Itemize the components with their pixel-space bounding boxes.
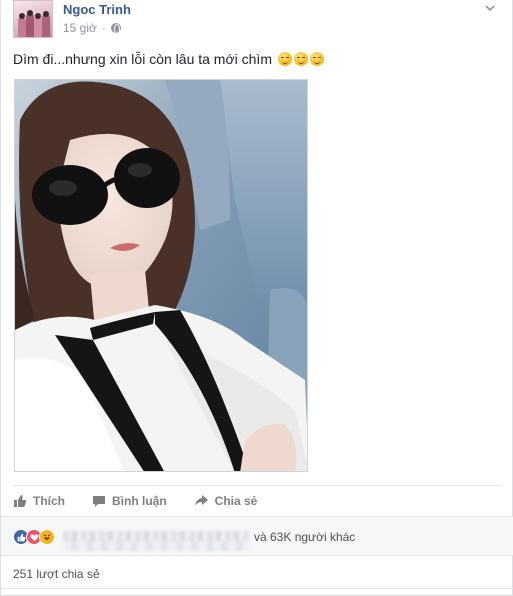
comment-icon [93, 495, 105, 507]
divider [1, 588, 513, 589]
share-count[interactable]: 251 lượt chia sẻ [13, 567, 100, 581]
avatar-figure-head [35, 13, 41, 19]
post-message: Dìm đi...nhưng xin lỗi còn lâu ta mới ch… [13, 51, 272, 67]
globe-icon[interactable] [110, 23, 121, 34]
blurred-names [63, 531, 249, 551]
meta-separator: · [101, 21, 106, 35]
post-header: Ngoc Trinh 15 giờ · [13, 0, 502, 40]
relieved-face-emoji [294, 52, 308, 66]
relieved-face-emoji [278, 52, 292, 66]
reaction-others-count[interactable]: và 63K người khác [254, 530, 355, 544]
post-actions: Thích Bình luận Chia sẻ [13, 485, 501, 515]
reactions-bar: và 63K người khác [1, 516, 513, 556]
share-label: Chia sẻ [214, 493, 258, 508]
avatar-figure-head [27, 10, 33, 16]
post-emojis [276, 52, 324, 66]
avatar-figure [26, 13, 34, 37]
feed-post: Ngoc Trinh 15 giờ · Dìm đi...nhưng xin l… [0, 0, 513, 596]
avatar-figure [42, 14, 50, 37]
selfie-photo [15, 80, 307, 471]
post-text: Dìm đi...nhưng xin lỗi còn lâu ta mới ch… [13, 51, 324, 67]
haha-reaction-icon [39, 529, 55, 545]
post-photo[interactable] [14, 79, 308, 472]
chevron-down-icon[interactable] [484, 2, 496, 14]
post-timestamp[interactable]: 15 giờ [63, 21, 97, 35]
like-button[interactable]: Thích [13, 494, 65, 508]
avatar-figure [34, 16, 42, 37]
relieved-face-emoji [310, 52, 324, 66]
share-arrow-icon [194, 494, 208, 506]
post-meta: 15 giờ · [63, 21, 121, 35]
author-avatar[interactable] [13, 0, 53, 38]
reaction-icons[interactable] [13, 529, 55, 545]
thumbs-up-icon [14, 494, 27, 507]
comment-button[interactable]: Bình luận [92, 494, 167, 508]
avatar-figure [18, 17, 26, 37]
share-button[interactable]: Chia sẻ [194, 493, 258, 508]
author-name[interactable]: Ngoc Trinh [63, 2, 131, 17]
avatar-figure-head [43, 11, 49, 17]
avatar-figure-head [19, 13, 25, 19]
like-label: Thích [33, 493, 65, 508]
comment-label: Bình luận [112, 493, 167, 508]
